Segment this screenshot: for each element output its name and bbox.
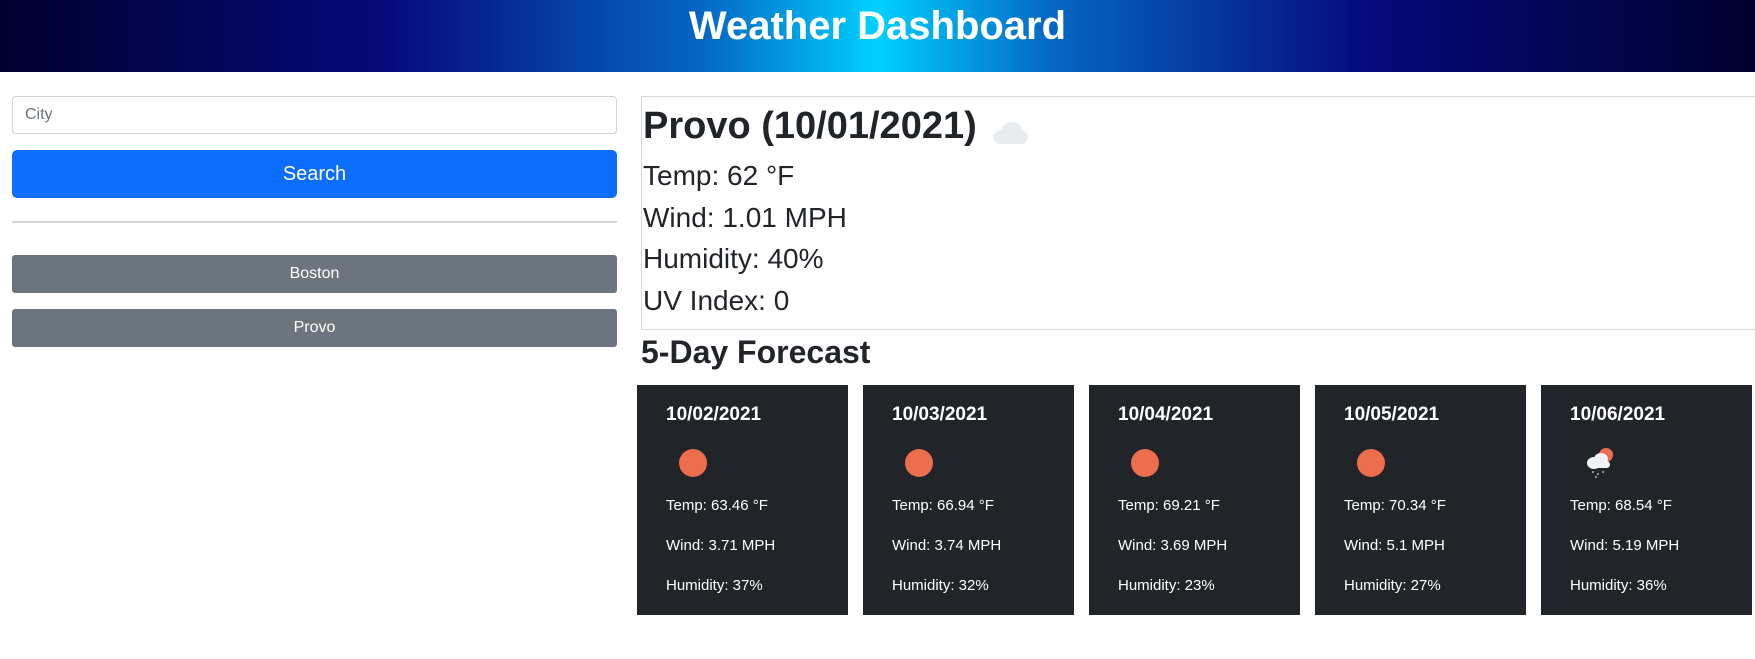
forecast-card: 10/04/2021 Temp: 69.21 °F Wind: 3.69 MPH… [1089, 385, 1300, 615]
forecast-humidity: Humidity: 27% [1344, 577, 1441, 594]
history-button-provo[interactable]: Provo [12, 309, 617, 347]
current-weather-panel: Provo (10/01/2021) Temp: 62 °F Wind: 1.0… [641, 96, 1755, 330]
current-temp: Temp: 62 °F [643, 160, 795, 191]
forecast-wind: Wind: 5.19 MPH [1570, 537, 1680, 554]
search-button[interactable]: Search [12, 150, 617, 198]
forecast-humidity: Humidity: 23% [1118, 577, 1215, 594]
forecast-wind: Wind: 5.1 MPH [1344, 537, 1445, 554]
rain-cloud-sun-icon [1587, 448, 1613, 478]
forecast-wind: Wind: 3.74 MPH [892, 537, 1002, 554]
forecast-card: 10/02/2021 Temp: 63.46 °F Wind: 3.71 MPH… [637, 385, 848, 615]
forecast-card: 10/06/2021 Temp: 68.54 °F Wind: 5.19 MPH… [1541, 385, 1752, 615]
page-title: Weather Dashboard [688, 4, 1067, 48]
forecast-humidity: Humidity: 32% [892, 577, 989, 594]
forecast-temp: Temp: 63.46 °F [666, 497, 768, 514]
divider [12, 221, 617, 223]
forecast-wind: Wind: 3.69 MPH [1118, 537, 1228, 554]
forecast-date: 10/05/2021 [1344, 404, 1440, 425]
sun-icon [1131, 449, 1159, 477]
current-wind: Wind: 1.01 MPH [643, 202, 847, 233]
forecast-card: 10/05/2021 Temp: 70.34 °F Wind: 5.1 MPH … [1315, 385, 1526, 615]
forecast-title: 5-Day Forecast [641, 334, 871, 370]
forecast-wind: Wind: 3.71 MPH [666, 537, 776, 554]
history-button-boston[interactable]: Boston [12, 255, 617, 293]
sun-icon [679, 449, 707, 477]
forecast-humidity: Humidity: 36% [1570, 577, 1667, 594]
current-humidity: Humidity: 40% [643, 243, 824, 274]
forecast-temp: Temp: 66.94 °F [892, 497, 994, 514]
forecast-temp: Temp: 70.34 °F [1344, 497, 1446, 514]
forecast-date: 10/03/2021 [892, 404, 988, 425]
forecast-humidity: Humidity: 37% [666, 577, 763, 594]
forecast-date: 10/06/2021 [1570, 404, 1666, 425]
current-city-title: Provo (10/01/2021) [643, 105, 977, 147]
sun-icon [905, 449, 933, 477]
forecast-card: 10/03/2021 Temp: 66.94 °F Wind: 3.74 MPH… [863, 385, 1074, 615]
city-search-input[interactable] [12, 96, 617, 134]
cloud-icon [993, 122, 1028, 144]
current-uv-index: UV Index: 0 [643, 285, 790, 316]
forecast-date: 10/02/2021 [666, 404, 762, 425]
page-header: Weather Dashboard [0, 0, 1755, 72]
forecast-date: 10/04/2021 [1118, 404, 1214, 425]
sun-icon [1357, 449, 1385, 477]
forecast-temp: Temp: 69.21 °F [1118, 497, 1220, 514]
forecast-temp: Temp: 68.54 °F [1570, 497, 1672, 514]
